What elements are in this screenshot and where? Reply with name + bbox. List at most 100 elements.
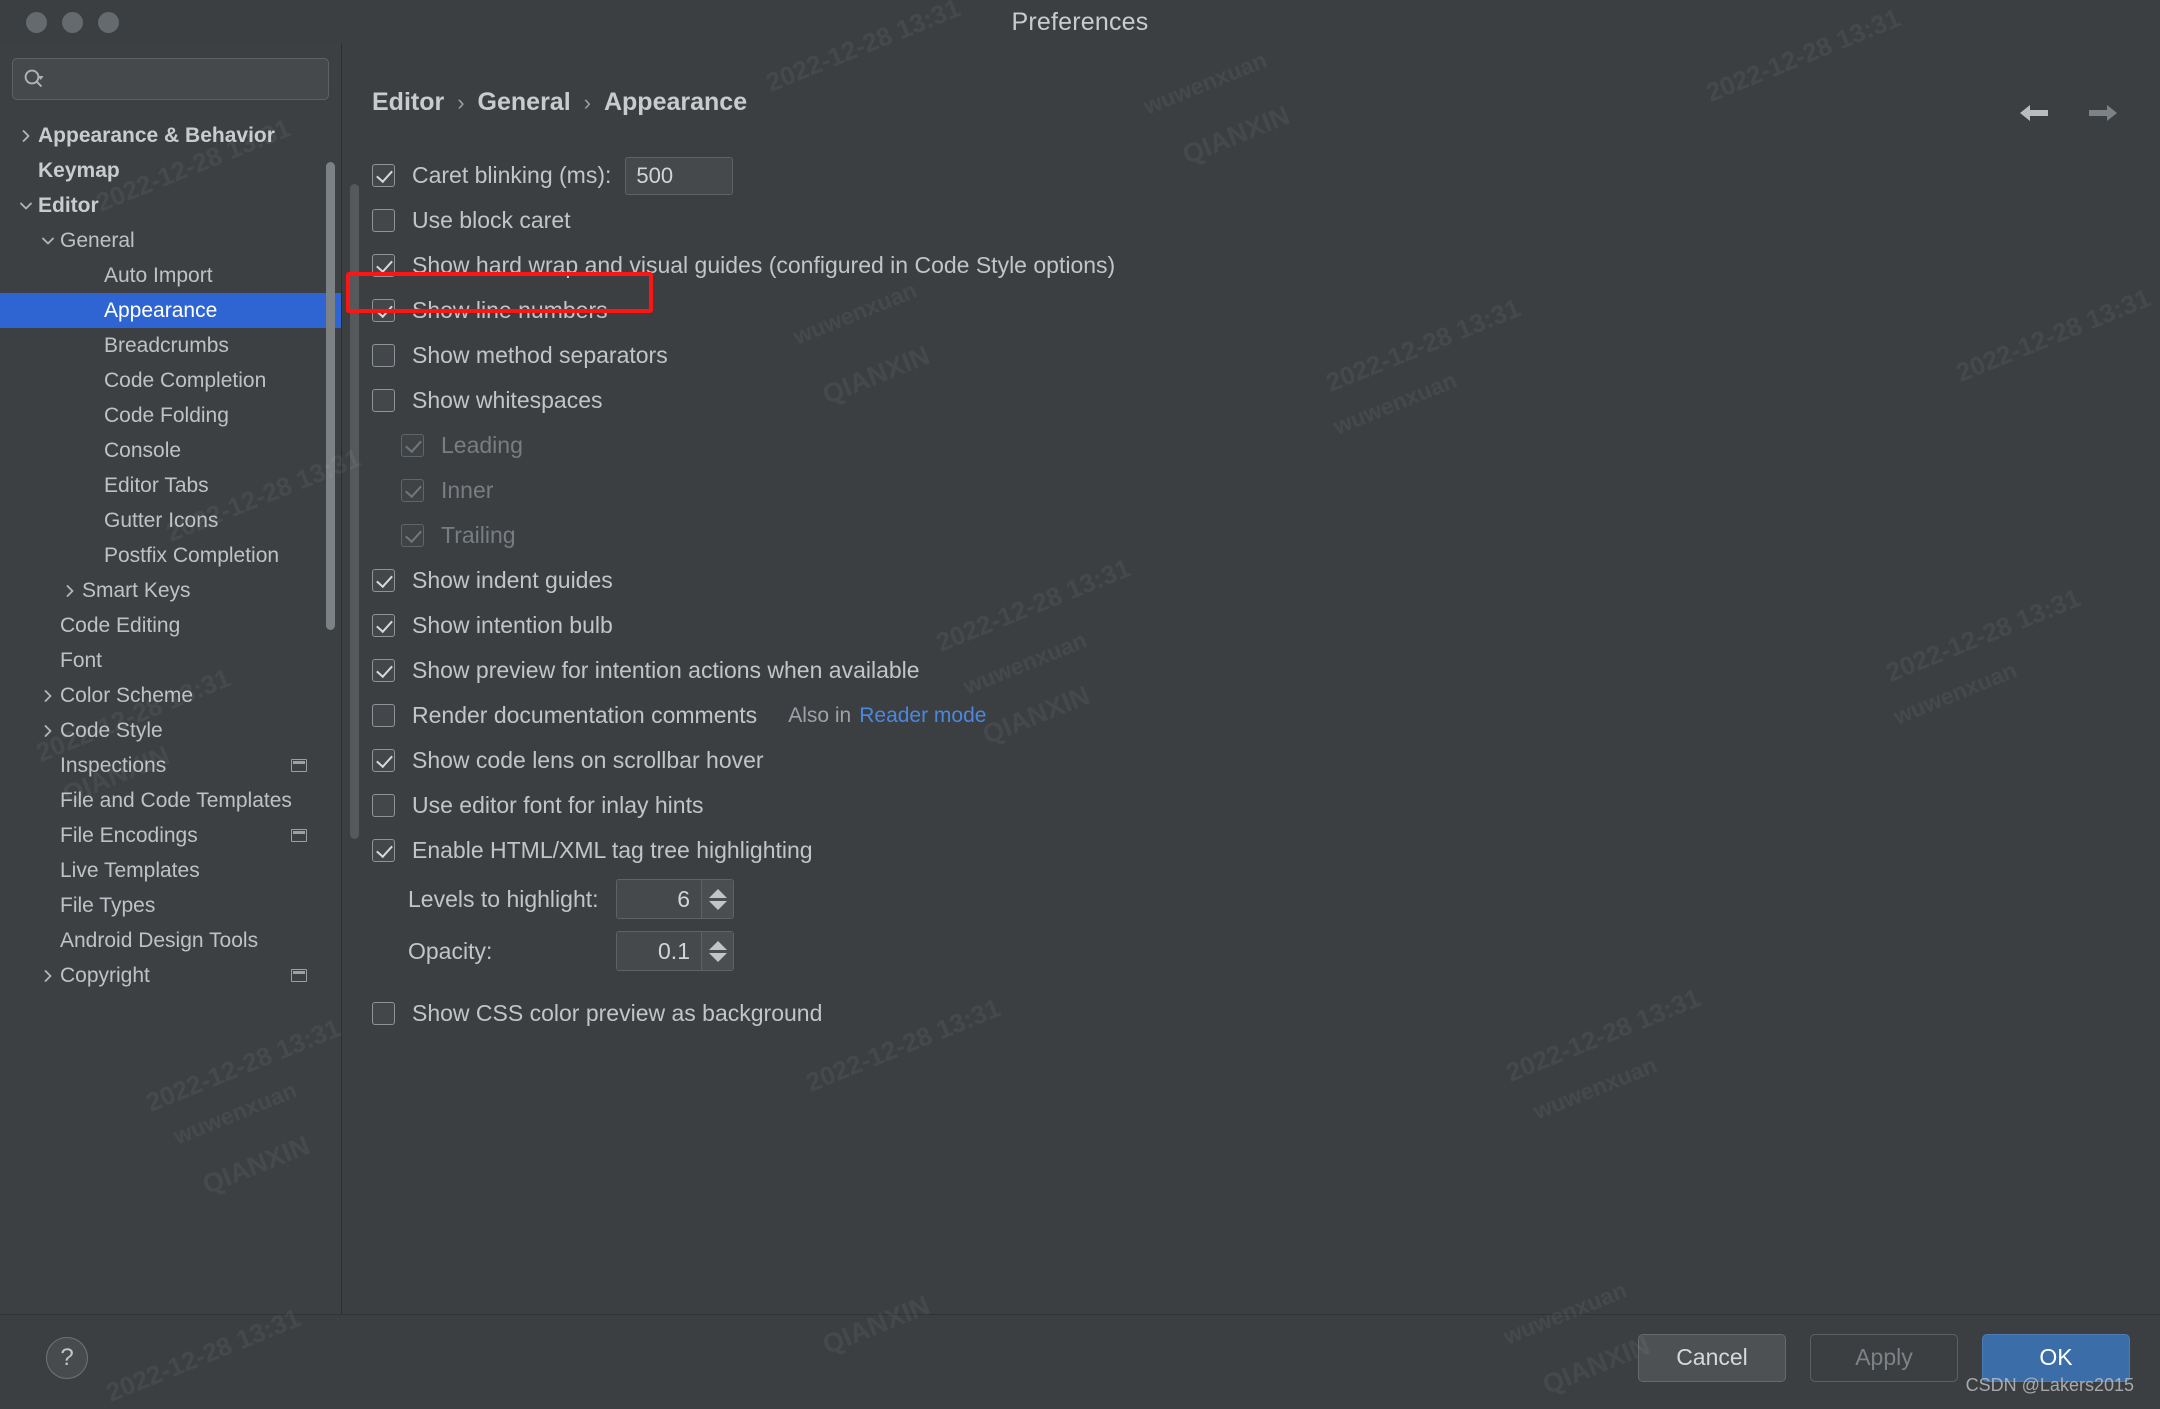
css-color-preview-row: Show CSS color preview as background <box>372 991 2160 1036</box>
sidebar-item-appearance[interactable]: Appearance <box>0 293 341 328</box>
sidebar-item-live-templates[interactable]: Live Templates <box>0 853 341 888</box>
sidebar-item-code-folding[interactable]: Code Folding <box>0 398 341 433</box>
checkbox-show-preview-for-intention-actions-when-availabl[interactable] <box>372 659 395 682</box>
checkbox-show-code-lens-on-scrollbar-hover[interactable] <box>372 749 395 772</box>
render-doc-comments-label: Render documentation comments <box>412 702 757 729</box>
sidebar-item-code-completion[interactable]: Code Completion <box>0 363 341 398</box>
levels-to-highlight-label: Levels to highlight: <box>408 886 616 913</box>
render-doc-comments-checkbox[interactable] <box>372 704 395 727</box>
arrow-right-icon[interactable] <box>2086 99 2120 127</box>
setting-row-show-hard-wrap-and-visual-guides-configured-in-c: Show hard wrap and visual guides (config… <box>372 243 2160 288</box>
search-input[interactable] <box>45 69 318 90</box>
stepper-up-icon[interactable] <box>709 889 727 898</box>
sidebar-item-inspections[interactable]: Inspections <box>0 748 341 783</box>
sidebar-item-font[interactable]: Font <box>0 643 341 678</box>
also-in-text: Also in <box>788 704 851 728</box>
sidebar-item-color-scheme[interactable]: Color Scheme <box>0 678 341 713</box>
chevron-down-icon[interactable] <box>14 199 38 213</box>
checkbox-inner <box>401 479 424 502</box>
breadcrumb-part[interactable]: General <box>478 88 571 117</box>
levels-to-highlight-value[interactable]: 6 <box>617 880 701 918</box>
sidebar-item-file-and-code-templates[interactable]: File and Code Templates <box>0 783 341 818</box>
chevron-right-icon[interactable] <box>36 724 60 738</box>
sidebar-item-appearance-behavior[interactable]: Appearance & Behavior <box>0 118 341 153</box>
sidebar-item-android-design-tools[interactable]: Android Design Tools <box>0 923 341 958</box>
setting-row-enable-html-xml-tag-tree-highlighting: Enable HTML/XML tag tree highlighting <box>372 828 2160 873</box>
stepper-up-icon[interactable] <box>709 941 727 950</box>
caret-blinking-label: Caret blinking (ms): <box>412 162 611 189</box>
chevron-right-icon[interactable] <box>58 584 82 598</box>
sidebar-item-code-style[interactable]: Code Style <box>0 713 341 748</box>
chevron-right-icon[interactable] <box>36 689 60 703</box>
opacity-value[interactable]: 0.1 <box>617 932 701 970</box>
stepper-down-icon[interactable] <box>709 953 727 962</box>
levels-to-highlight-spinner[interactable]: 6 <box>616 879 734 919</box>
sidebar-item-smart-keys[interactable]: Smart Keys <box>0 573 341 608</box>
caret-blinking-row: Caret blinking (ms): 500 <box>372 153 2160 198</box>
sidebar-item-copyright[interactable]: Copyright <box>0 958 341 993</box>
checkbox-show-intention-bulb[interactable] <box>372 614 395 637</box>
sidebar-item-label: Editor <box>38 194 99 218</box>
checkbox-use-editor-font-for-inlay-hints[interactable] <box>372 794 395 817</box>
breadcrumb-part[interactable]: Editor <box>372 88 444 117</box>
sidebar-item-label: Copyright <box>60 964 150 988</box>
chevron-right-icon[interactable] <box>14 129 38 143</box>
checkbox-show-indent-guides[interactable] <box>372 569 395 592</box>
sidebar-scrollbar-thumb[interactable] <box>326 162 335 630</box>
sidebar-item-console[interactable]: Console <box>0 433 341 468</box>
arrow-left-icon[interactable] <box>2017 99 2051 127</box>
chevron-right-icon[interactable] <box>36 969 60 983</box>
checkbox-label: Enable HTML/XML tag tree highlighting <box>412 837 813 864</box>
sidebar-item-file-encodings[interactable]: File Encodings <box>0 818 341 853</box>
caret-blinking-checkbox[interactable] <box>372 164 395 187</box>
main-scrollbar-thumb[interactable] <box>350 184 359 839</box>
sidebar-item-label: Breadcrumbs <box>104 334 229 358</box>
caret-blinking-input[interactable]: 500 <box>625 157 733 195</box>
checkbox-label: Show method separators <box>412 342 668 369</box>
sidebar-item-label: File Types <box>60 894 155 918</box>
checkbox-enable-html-xml-tag-tree-highlighting[interactable] <box>372 839 395 862</box>
checkbox-show-method-separators[interactable] <box>372 344 395 367</box>
checkbox-use-block-caret[interactable] <box>372 209 395 232</box>
sidebar-item-postfix-completion[interactable]: Postfix Completion <box>0 538 341 573</box>
sidebar-item-label: General <box>60 229 135 253</box>
sidebar-item-keymap[interactable]: Keymap <box>0 153 341 188</box>
sidebar-item-gutter-icons[interactable]: Gutter Icons <box>0 503 341 538</box>
checkbox-show-hard-wrap-and-visual-guides-configured-in-c[interactable] <box>372 254 395 277</box>
sidebar-item-editor[interactable]: Editor <box>0 188 341 223</box>
checkbox-show-line-numbers[interactable] <box>372 299 395 322</box>
search-box[interactable] <box>12 58 329 100</box>
sidebar-item-code-editing[interactable]: Code Editing <box>0 608 341 643</box>
help-button[interactable]: ? <box>46 1337 88 1379</box>
search-container <box>0 44 341 112</box>
checkbox-show-whitespaces[interactable] <box>372 389 395 412</box>
sidebar-item-editor-tabs[interactable]: Editor Tabs <box>0 468 341 503</box>
checkbox-leading <box>401 434 424 457</box>
opacity-stepper-buttons[interactable] <box>701 932 733 970</box>
sidebar-item-general[interactable]: General <box>0 223 341 258</box>
apply-button[interactable]: Apply <box>1810 1334 1958 1382</box>
checkbox-label: Show hard wrap and visual guides (config… <box>412 252 1115 279</box>
reader-mode-link[interactable]: Reader mode <box>859 704 986 728</box>
sidebar-item-breadcrumbs[interactable]: Breadcrumbs <box>0 328 341 363</box>
cancel-button[interactable]: Cancel <box>1638 1334 1786 1382</box>
sidebar-item-auto-import[interactable]: Auto Import <box>0 258 341 293</box>
sidebar-item-label: Code Folding <box>104 404 229 428</box>
levels-to-highlight-row: Levels to highlight: 6 <box>372 873 2160 925</box>
sidebar-item-file-types[interactable]: File Types <box>0 888 341 923</box>
checkbox-label: Use block caret <box>412 207 571 234</box>
breadcrumb-part[interactable]: Appearance <box>604 88 747 117</box>
setting-row-inner: Inner <box>372 468 2160 513</box>
checkbox-label: Use editor font for inlay hints <box>412 792 703 819</box>
chevron-down-icon[interactable] <box>36 234 60 248</box>
setting-row-show-whitespaces: Show whitespaces <box>372 378 2160 423</box>
opacity-spinner[interactable]: 0.1 <box>616 931 734 971</box>
stepper-down-icon[interactable] <box>709 901 727 910</box>
levels-stepper-buttons[interactable] <box>701 880 733 918</box>
css-color-preview-checkbox[interactable] <box>372 1002 395 1025</box>
sidebar-item-label: Code Style <box>60 719 163 743</box>
sidebar-item-label: Appearance & Behavior <box>38 124 275 148</box>
sidebar-item-label: Postfix Completion <box>104 544 279 568</box>
breadcrumb-separator: › <box>584 90 591 116</box>
setting-row-leading: Leading <box>372 423 2160 468</box>
